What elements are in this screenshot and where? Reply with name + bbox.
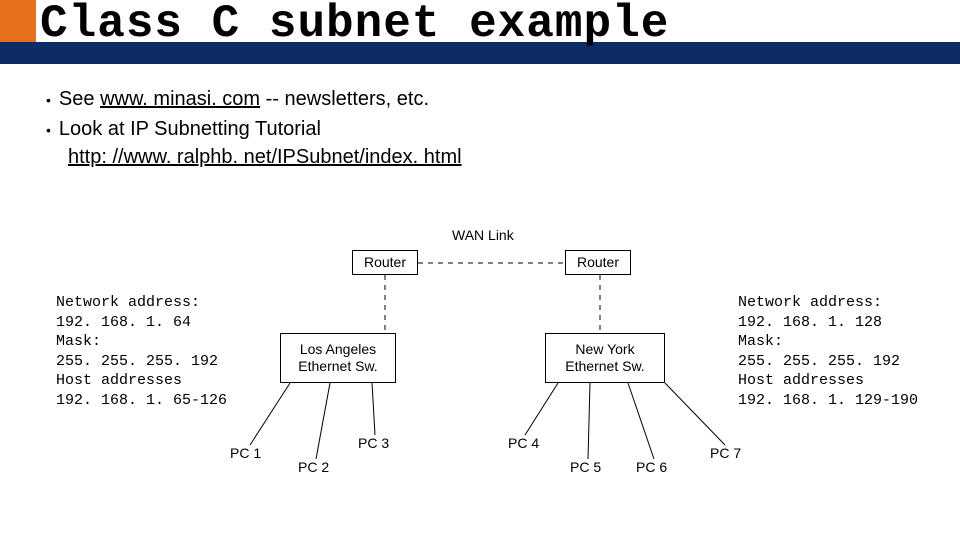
slide-title: Class C subnet example <box>40 0 669 50</box>
wan-link-label: WAN Link <box>452 227 514 243</box>
bullet-2-link[interactable]: http: //www. ralphb. net/IPSubnet/index.… <box>68 146 462 168</box>
pc6-label: PC 6 <box>636 459 667 475</box>
bullet-list: • See www. minasi. com -- newsletters, e… <box>46 88 960 169</box>
network-info-left: Network address: 192. 168. 1. 64 Mask: 2… <box>56 293 227 410</box>
router-left-label: Router <box>364 254 406 271</box>
pc5-label: PC 5 <box>570 459 601 475</box>
pc2-label: PC 2 <box>298 459 329 475</box>
router-right-label: Router <box>577 254 619 271</box>
bullet-1-prefix: See <box>59 88 100 110</box>
title-bar: Class C subnet example <box>0 0 960 64</box>
bullet-dot-icon: • <box>46 88 51 112</box>
bullet-1-link[interactable]: www. minasi. com <box>100 88 260 110</box>
router-right: Router <box>565 250 631 275</box>
pc1-label: PC 1 <box>230 445 261 461</box>
bullet-2-text: Look at IP Subnetting Tutorial <box>59 118 321 141</box>
bullet-1: • See www. minasi. com -- newsletters, e… <box>46 88 960 112</box>
pc7-label: PC 7 <box>710 445 741 461</box>
router-left: Router <box>352 250 418 275</box>
bullet-2: • Look at IP Subnetting Tutorial <box>46 118 960 142</box>
network-info-right: Network address: 192. 168. 1. 128 Mask: … <box>738 293 918 410</box>
pc3-label: PC 3 <box>358 435 389 451</box>
pc4-label: PC 4 <box>508 435 539 451</box>
switch-right-line2: Ethernet Sw. <box>565 358 644 375</box>
switch-left: Los Angeles Ethernet Sw. <box>280 333 396 383</box>
bullet-dot-icon: • <box>46 118 51 142</box>
switch-left-line2: Ethernet Sw. <box>298 358 377 375</box>
switch-left-line1: Los Angeles <box>300 341 376 358</box>
switch-right-line1: New York <box>575 341 634 358</box>
network-diagram: WAN Link Router Router Los Angeles Ether… <box>0 225 960 525</box>
switch-right: New York Ethernet Sw. <box>545 333 665 383</box>
bullet-1-suffix: -- newsletters, etc. <box>260 88 429 110</box>
